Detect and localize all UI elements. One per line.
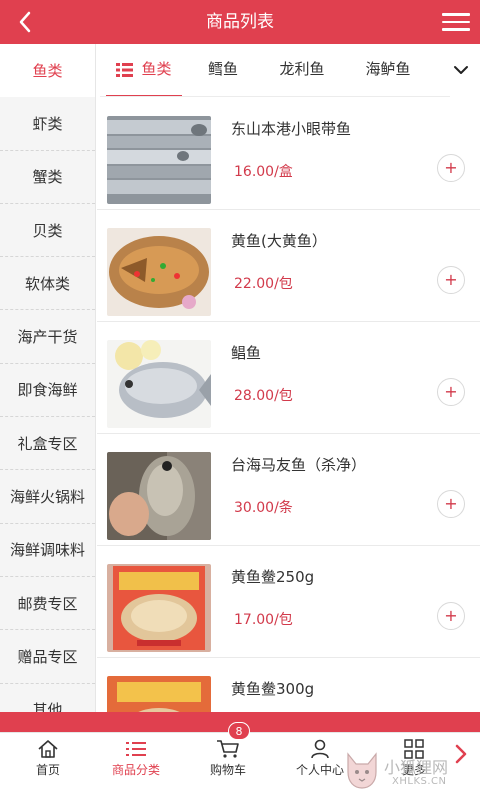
add-to-cart-button[interactable]: + xyxy=(437,266,465,294)
add-to-cart-button[interactable]: + xyxy=(437,602,465,630)
list-item[interactable]: 东山本港小眼带鱼 16.00/盒 + xyxy=(97,98,480,210)
sidebar-item-gift-box[interactable]: 礼盒专区 xyxy=(0,417,95,471)
list-item[interactable]: 黄鱼鲞300g xyxy=(97,658,480,712)
list-icon xyxy=(116,63,134,77)
add-to-cart-button[interactable]: + xyxy=(437,490,465,518)
bottom-nav: 首页 商品分类 购物车 个人中心 更多 xyxy=(0,732,480,800)
nav-label: 个人中心 xyxy=(295,763,344,777)
category-sidebar: 鱼类 虾类 蟹类 贝类 软体类 海产干货 即食海鲜 礼盒专区 海鲜火锅料 海鲜调… xyxy=(0,44,96,712)
tab-sea-bass[interactable]: 海鲈鱼 xyxy=(358,44,418,97)
cart-icon xyxy=(217,740,239,758)
product-price: 17.00/包 xyxy=(234,612,293,628)
sidebar-item-shellfish[interactable]: 贝类 xyxy=(0,204,95,258)
sidebar-item-other[interactable]: 其他 xyxy=(0,684,95,712)
tab-label: 鱼类 xyxy=(141,60,172,78)
product-price: 16.00/盒 xyxy=(234,164,293,180)
tab-sole[interactable]: 龙利鱼 xyxy=(272,44,332,97)
product-list: 东山本港小眼带鱼 16.00/盒 + 黄鱼(大黄鱼） 22.00/包 + 鲳鱼 … xyxy=(97,98,480,712)
sidebar-item-shipping[interactable]: 邮费专区 xyxy=(0,577,95,631)
list-item[interactable]: 黄鱼鲞250g 17.00/包 + xyxy=(97,546,480,658)
sidebar-item-crab[interactable]: 蟹类 xyxy=(0,151,95,204)
sidebar-item-shrimp[interactable]: 虾类 xyxy=(0,97,95,151)
title-bar: 商品列表 xyxy=(0,0,480,44)
product-image xyxy=(107,564,211,652)
sidebar-item-mollusk[interactable]: 软体类 xyxy=(0,257,95,311)
list-item[interactable]: 鲳鱼 28.00/包 + xyxy=(97,322,480,434)
product-image xyxy=(107,452,211,540)
list-item[interactable]: 黄鱼(大黄鱼） 22.00/包 + xyxy=(97,210,480,322)
nav-label: 购物车 xyxy=(209,763,246,777)
product-name: 台海马友鱼（杀净） xyxy=(231,456,367,474)
add-to-cart-button[interactable]: + xyxy=(437,154,465,182)
chevron-down-icon xyxy=(454,66,468,74)
nav-cart[interactable]: 购物车 xyxy=(180,733,276,800)
sidebar-item-fish[interactable]: 鱼类 xyxy=(0,44,95,98)
product-name: 东山本港小眼带鱼 xyxy=(231,120,352,138)
tabs-divider xyxy=(100,96,450,97)
product-image xyxy=(107,340,211,428)
sidebar-item-gifts[interactable]: 赠品专区 xyxy=(0,630,95,684)
add-to-cart-button[interactable]: + xyxy=(437,378,465,406)
nav-home[interactable]: 首页 xyxy=(0,733,96,800)
nav-categories[interactable]: 商品分类 xyxy=(88,733,184,800)
sidebar-item-hotpot[interactable]: 海鲜火锅料 xyxy=(0,470,95,524)
grid-icon xyxy=(404,739,424,759)
list-item[interactable]: 台海马友鱼（杀净） 30.00/条 + xyxy=(97,434,480,546)
sidebar-item-ready-to-eat[interactable]: 即食海鲜 xyxy=(0,364,95,418)
product-name: 黄鱼鲞300g xyxy=(231,680,315,698)
home-icon xyxy=(38,740,58,758)
product-price: 22.00/包 xyxy=(234,276,293,292)
product-price: 30.00/条 xyxy=(234,500,293,516)
nav-next-button[interactable] xyxy=(450,740,472,768)
product-price: 28.00/包 xyxy=(234,388,293,404)
nav-label: 更多 xyxy=(401,763,426,777)
page-title: 商品列表 xyxy=(206,12,274,32)
product-name: 黄鱼(大黄鱼） xyxy=(231,232,327,250)
nav-label: 商品分类 xyxy=(111,763,160,777)
tab-cod[interactable]: 鳕鱼 xyxy=(200,44,246,97)
subcategory-tabs: 鱼类 鳕鱼 龙利鱼 海鲈鱼 xyxy=(96,44,480,97)
sidebar-item-seasoning[interactable]: 海鲜调味料 xyxy=(0,524,95,577)
product-name: 鲳鱼 xyxy=(231,344,262,362)
user-icon xyxy=(311,739,329,759)
product-image xyxy=(107,228,211,316)
product-name: 黄鱼鲞250g xyxy=(231,568,315,586)
nav-label: 首页 xyxy=(35,763,60,777)
hamburger-menu-icon[interactable] xyxy=(442,8,470,36)
sidebar-item-dried-seafood[interactable]: 海产干货 xyxy=(0,310,95,364)
cart-count-badge: 8 xyxy=(228,722,250,740)
chevron-right-icon xyxy=(455,744,467,764)
product-image xyxy=(107,676,211,712)
nav-profile[interactable]: 个人中心 xyxy=(272,733,368,800)
list-icon xyxy=(126,742,146,756)
product-image xyxy=(107,116,211,204)
nav-more[interactable]: 更多 xyxy=(366,733,462,800)
tab-fish[interactable]: 鱼类 xyxy=(106,44,182,97)
expand-tabs-button[interactable] xyxy=(448,57,474,83)
